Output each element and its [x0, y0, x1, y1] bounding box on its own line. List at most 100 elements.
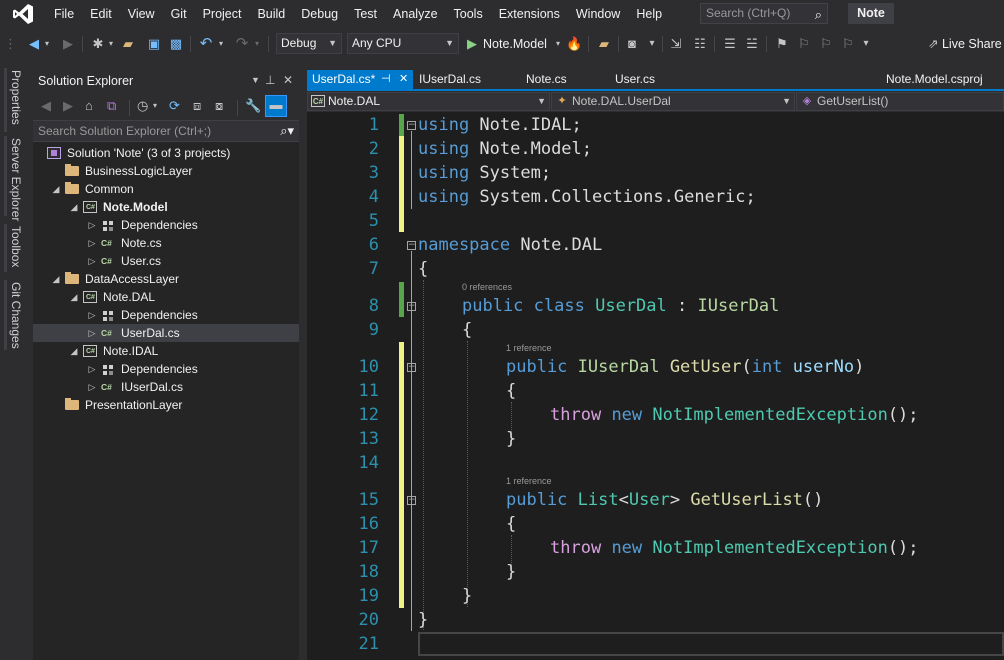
- menu-test[interactable]: Test: [346, 0, 385, 28]
- menu-tools[interactable]: Tools: [446, 0, 491, 28]
- tree-node[interactable]: ▷ C# IUserDal.cs: [33, 378, 299, 396]
- previous-bookmark-icon[interactable]: ⚐: [796, 35, 812, 53]
- show-all-files-icon[interactable]: ⧇: [215, 97, 223, 115]
- back-dropdown-icon[interactable]: ▾: [42, 35, 52, 53]
- collapse-arrow-icon[interactable]: ◢: [69, 342, 79, 360]
- menu-debug[interactable]: Debug: [293, 0, 346, 28]
- pending-changes-filter-icon[interactable]: ◷: [137, 97, 148, 115]
- menu-edit[interactable]: Edit: [82, 0, 120, 28]
- undo-icon[interactable]: ↶: [198, 35, 214, 53]
- redo-icon[interactable]: ↷: [234, 35, 250, 53]
- tab-note-cs[interactable]: Note.cs: [521, 70, 601, 89]
- start-debugging-icon[interactable]: ▶: [465, 35, 479, 53]
- uncomment-icon[interactable]: ☱: [744, 35, 760, 53]
- tree-node[interactable]: ◢ DataAccessLayer: [33, 270, 299, 288]
- platform-select[interactable]: Any CPU ▼: [347, 33, 459, 54]
- expand-arrow-icon[interactable]: ▷: [87, 324, 97, 342]
- tab-userdal-cs[interactable]: UserDal.cs* ⊣ ✕: [307, 70, 413, 89]
- pin-icon[interactable]: ⊣: [381, 70, 391, 89]
- type-dropdown[interactable]: ✦ Note.DAL.UserDal ▼: [551, 92, 795, 111]
- collapse-region-icon[interactable]: −: [407, 363, 416, 372]
- expand-arrow-icon[interactable]: ▷: [87, 216, 97, 234]
- tab-note-model-csproj[interactable]: Note.Model.csproj: [881, 70, 1001, 89]
- tab-iuserdal-cs[interactable]: IUserDal.cs: [414, 70, 514, 89]
- collapse-region-icon[interactable]: −: [407, 121, 416, 130]
- member-dropdown[interactable]: ◈ GetUserList(): [796, 92, 1004, 111]
- tree-node[interactable]: ◢ Common: [33, 180, 299, 198]
- collapse-region-icon[interactable]: −: [407, 241, 416, 250]
- preview-selected-icon[interactable]: ▬: [265, 95, 287, 117]
- save-all-icon[interactable]: ▩: [168, 35, 184, 53]
- menu-view[interactable]: View: [120, 0, 163, 28]
- collapse-arrow-icon[interactable]: ◢: [51, 180, 61, 198]
- menu-file[interactable]: File: [46, 0, 82, 28]
- codelens-class-references[interactable]: 0 references: [462, 282, 512, 293]
- tree-node[interactable]: ▷ Dependencies: [33, 216, 299, 234]
- codelens-getuserlist-references[interactable]: 1 reference: [506, 476, 552, 487]
- tab-toolbox[interactable]: Toolbox: [9, 226, 23, 267]
- project-dropdown[interactable]: C# Note.DAL ▼: [307, 92, 550, 111]
- sync-icon[interactable]: ⟳: [169, 97, 180, 115]
- expand-arrow-icon[interactable]: ▷: [87, 252, 97, 270]
- pin-icon[interactable]: ⊥: [265, 73, 275, 87]
- menu-help[interactable]: Help: [628, 0, 670, 28]
- menu-analyze[interactable]: Analyze: [385, 0, 445, 28]
- filter-dropdown-icon[interactable]: ▾: [153, 97, 157, 115]
- tree-node[interactable]: Solution 'Note' (3 of 3 projects): [33, 144, 299, 162]
- collapse-arrow-icon[interactable]: ◢: [69, 288, 79, 306]
- hot-reload-icon[interactable]: 🔥: [566, 35, 582, 53]
- solution-explorer-search-input[interactable]: Search Solution Explorer (Ctrl+;) ⌕▾: [33, 120, 299, 142]
- menu-git[interactable]: Git: [163, 0, 195, 28]
- comment-out-icon[interactable]: ☰: [722, 35, 738, 53]
- start-target-dropdown-icon[interactable]: ▾: [553, 35, 563, 53]
- forward-icon[interactable]: ▶: [63, 97, 73, 115]
- back-icon[interactable]: ◀: [41, 97, 51, 115]
- code-editor[interactable]: 1 2 3 4 5 6 7 8 9 10 11 12 13 14 15 16 1…: [307, 112, 1004, 660]
- toolbar-overflow-icon[interactable]: ▾: [644, 35, 660, 53]
- expand-arrow-icon[interactable]: ▷: [87, 378, 97, 396]
- start-target-button[interactable]: Note.Model: [483, 35, 553, 53]
- bookmark-icon[interactable]: ⚑: [774, 35, 790, 53]
- tree-node[interactable]: ◢ Note.DAL: [33, 288, 299, 307]
- save-icon[interactable]: ▣: [146, 35, 162, 53]
- expand-arrow-icon[interactable]: ▷: [87, 234, 97, 252]
- codelens-getuser-references[interactable]: 1 reference: [506, 343, 552, 354]
- navigate-forward-icon[interactable]: ▶: [60, 35, 76, 53]
- tree-node[interactable]: PresentationLayer: [33, 396, 299, 414]
- home-icon[interactable]: ⌂: [85, 97, 93, 115]
- redo-dropdown-icon[interactable]: ▾: [252, 35, 262, 53]
- expand-arrow-icon[interactable]: ▷: [87, 360, 97, 378]
- tree-node[interactable]: BusinessLogicLayer: [33, 162, 299, 180]
- switch-views-icon[interactable]: ⧉: [107, 97, 116, 115]
- menu-extensions[interactable]: Extensions: [491, 0, 568, 28]
- expand-arrow-icon[interactable]: ▷: [87, 306, 97, 324]
- properties-wrench-icon[interactable]: 🔧: [245, 97, 261, 115]
- collapse-all-icon[interactable]: ⧈: [193, 97, 201, 115]
- navigate-back-icon[interactable]: ◀: [26, 35, 42, 53]
- tab-user-cs[interactable]: User.cs: [610, 70, 690, 89]
- configuration-select[interactable]: Debug ▼: [276, 33, 342, 54]
- tree-node[interactable]: ▷ C# Note.cs: [33, 234, 299, 252]
- collapse-region-icon[interactable]: −: [407, 496, 416, 505]
- close-icon[interactable]: ✕: [283, 73, 293, 87]
- tree-node[interactable]: ◢ Note.IDAL: [33, 342, 299, 361]
- tree-node[interactable]: ▷ Dependencies: [33, 306, 299, 324]
- close-icon[interactable]: ✕: [399, 70, 408, 89]
- next-bookmark-icon[interactable]: ⚐: [818, 35, 834, 53]
- undo-dropdown-icon[interactable]: ▾: [216, 35, 226, 53]
- live-share-button[interactable]: ⇗ Live Share: [928, 35, 1004, 53]
- step-over-icon[interactable]: ☷: [692, 35, 708, 53]
- menu-build[interactable]: Build: [249, 0, 293, 28]
- tab-git-changes[interactable]: Git Changes: [9, 282, 23, 349]
- visual-studio-logo-icon[interactable]: [0, 0, 46, 28]
- search-input[interactable]: Search (Ctrl+Q) ⌕: [700, 3, 828, 24]
- collapse-arrow-icon[interactable]: ◢: [51, 270, 61, 288]
- menu-window[interactable]: Window: [568, 0, 628, 28]
- collapse-region-icon[interactable]: −: [407, 302, 416, 311]
- clear-bookmarks-icon[interactable]: ⚐: [840, 35, 856, 53]
- new-project-icon[interactable]: ✱: [90, 35, 106, 53]
- tree-node[interactable]: ▷ C# UserDal.cs: [33, 324, 299, 342]
- collapse-arrow-icon[interactable]: ◢: [69, 198, 79, 216]
- toolbar-overflow-icon[interactable]: ▾: [860, 35, 872, 53]
- screenshot-icon[interactable]: ◙: [624, 35, 640, 53]
